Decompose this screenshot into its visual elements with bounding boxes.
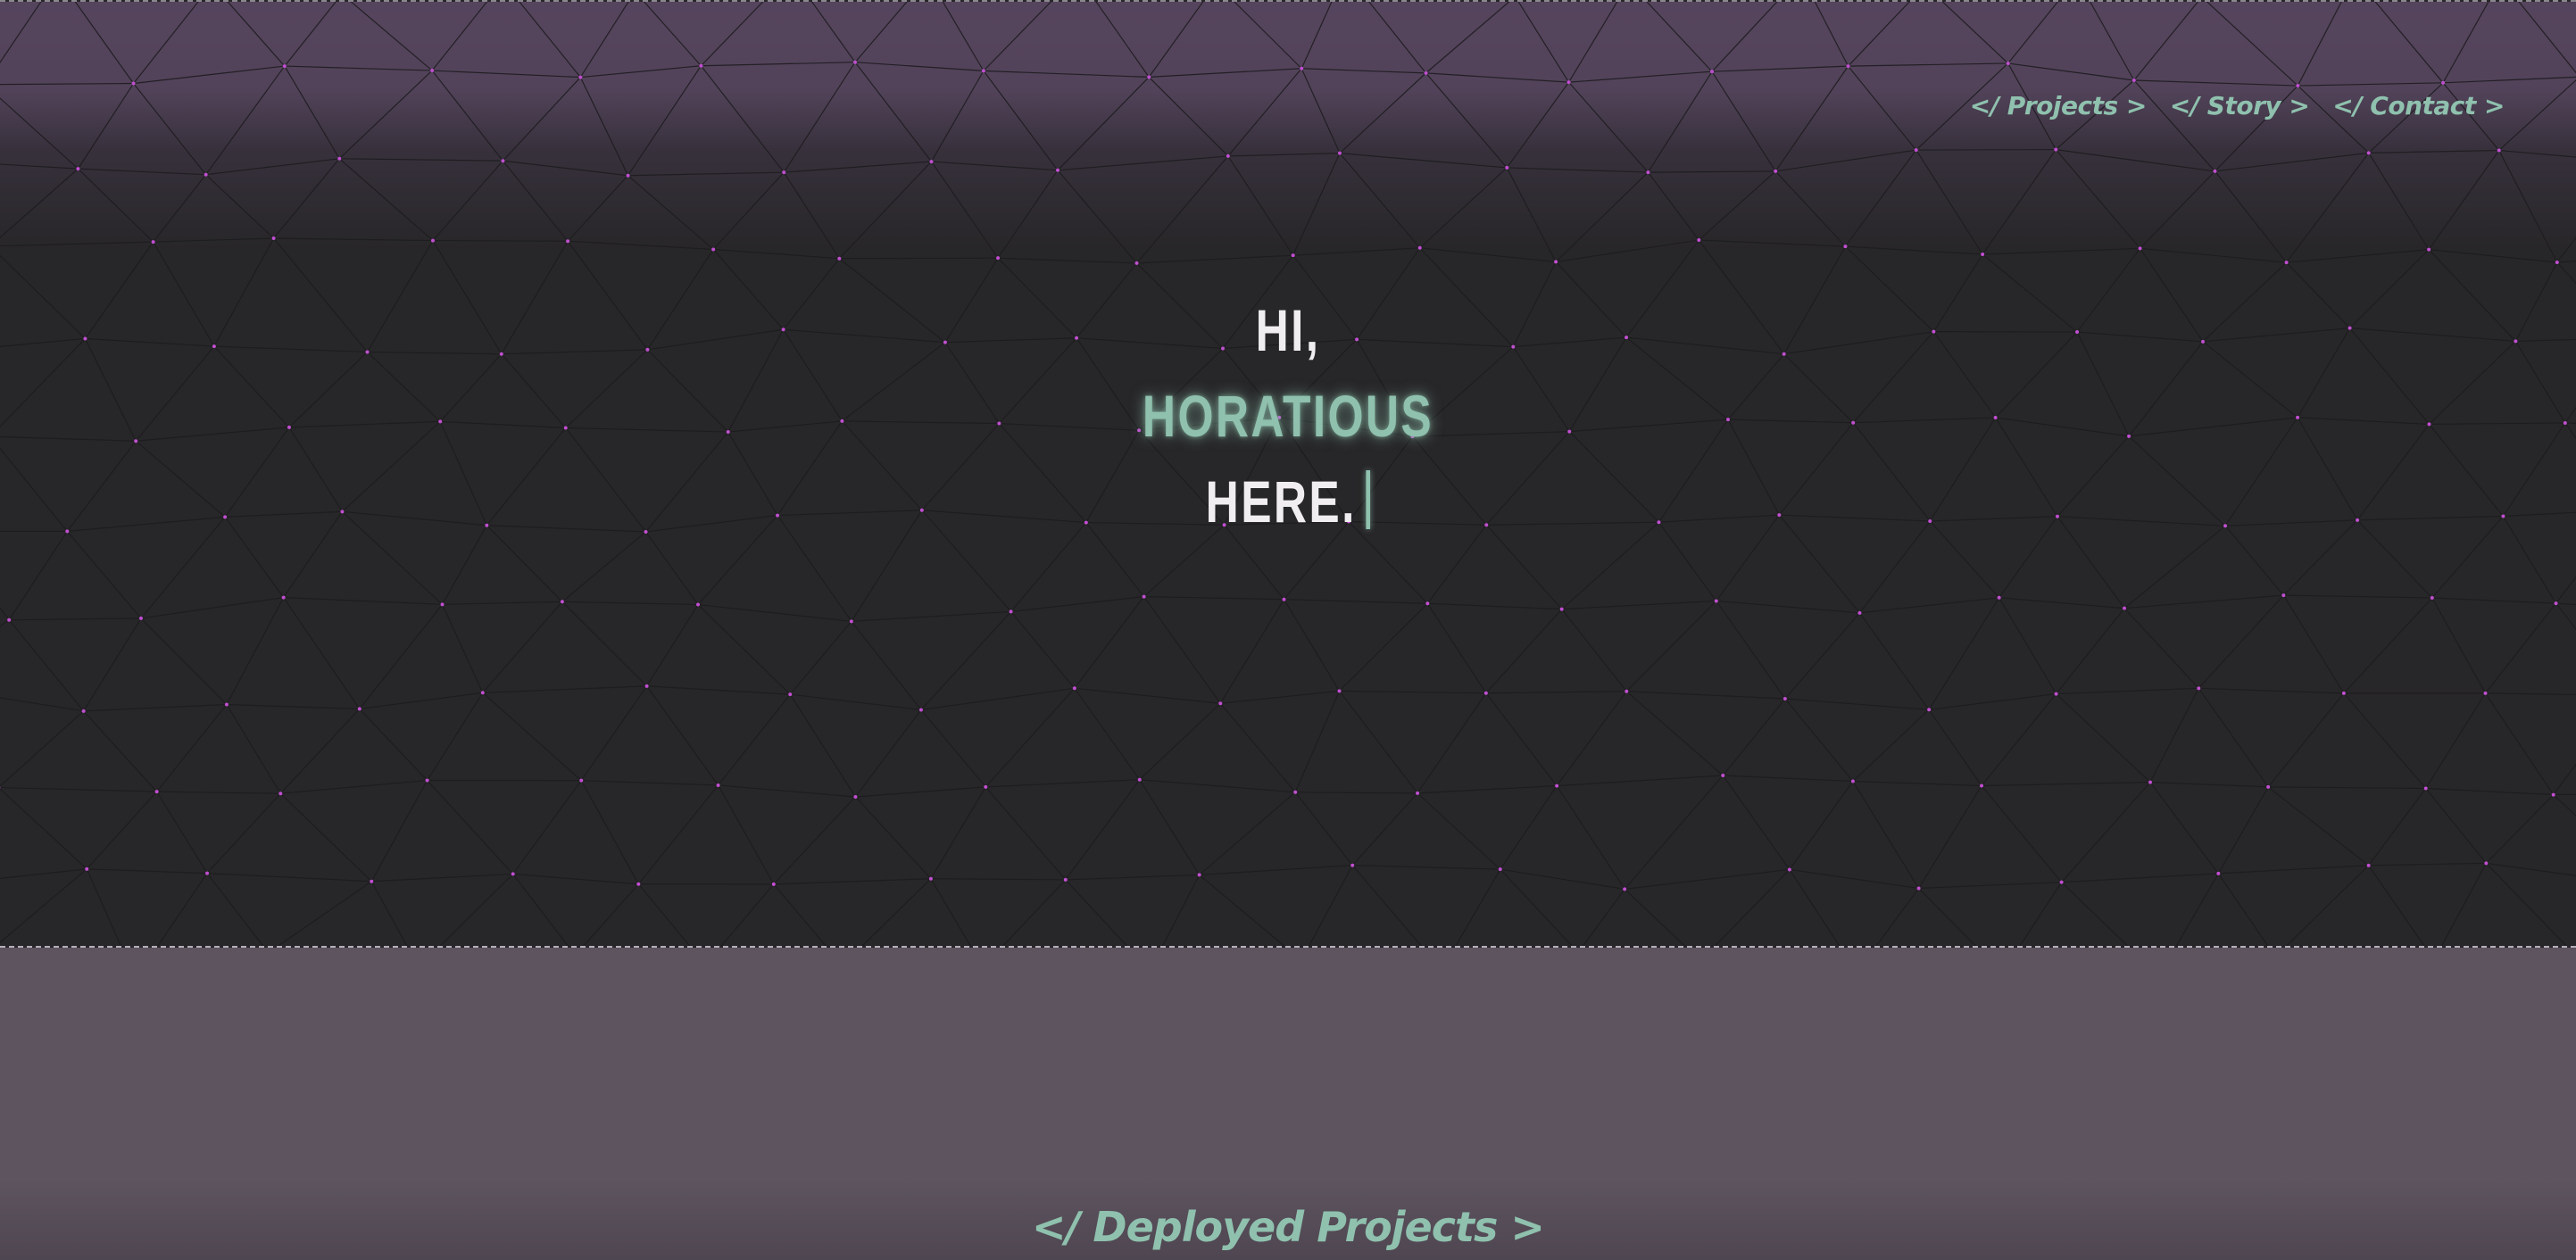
projects-heading: </ Deployed Projects > xyxy=(1032,1203,1545,1251)
greeting-name: HORATIOUS xyxy=(1142,383,1434,449)
greeting-line-here-text: HERE. xyxy=(1205,468,1357,535)
greeting-line-here: HERE. xyxy=(283,459,2292,544)
portfolio-page: </ Projects > </ Story > </ Contact > HI… xyxy=(0,0,2576,1260)
hero-greeting: HI, HORATIOUS HERE. xyxy=(0,287,2576,544)
projects-section: </ Deployed Projects > xyxy=(0,948,2576,1260)
nav-link-contact[interactable]: </ Contact > xyxy=(2332,91,2505,120)
nav-link-story[interactable]: </ Story > xyxy=(2170,91,2310,120)
typing-cursor xyxy=(1366,470,1371,529)
top-nav: </ Projects > </ Story > </ Contact > xyxy=(1970,91,2505,120)
hero-section: </ Projects > </ Story > </ Contact > HI… xyxy=(0,0,2576,948)
greeting-line-hi: HI, xyxy=(1255,297,1321,363)
nav-link-projects[interactable]: </ Projects > xyxy=(1970,91,2148,120)
